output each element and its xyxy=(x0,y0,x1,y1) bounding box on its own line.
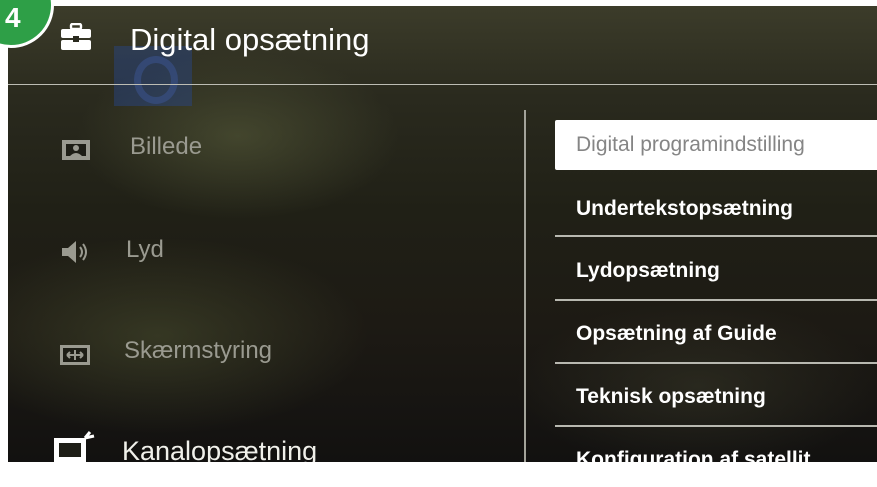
menu-header: Digital opsætning xyxy=(8,6,877,82)
submenu-item-label: Digital programindstilling xyxy=(576,133,805,156)
submenu-item-undertekstopsaetning[interactable]: Undertekstopsætning xyxy=(555,184,877,234)
submenu-item-konfiguration-af-satellit[interactable]: Konfiguration af satellit xyxy=(555,435,877,462)
submenu-item-lydopsaetning[interactable]: Lydopsætning xyxy=(555,246,877,296)
submenu-item-label: Konfiguration af satellit xyxy=(576,448,811,462)
speaker-icon xyxy=(62,241,87,263)
submenu-item-label: Opsætning af Guide xyxy=(576,322,777,345)
submenu-item-label: Undertekstopsætning xyxy=(576,197,794,220)
submenu-item-label: Lydopsætning xyxy=(576,259,720,282)
menu-item-lyd[interactable]: Lyd xyxy=(8,223,508,277)
screen-control-icon xyxy=(60,345,90,365)
menu-item-label: Skærmstyring xyxy=(124,337,273,364)
menu-column-divider xyxy=(524,110,526,462)
menu-item-label: Kanalopsætning xyxy=(122,436,318,462)
submenu-item-teknisk-opsaetning[interactable]: Teknisk opsætning xyxy=(555,372,877,422)
submenu-separator xyxy=(555,299,877,301)
tv-screen: Digital opsætning Billede Lyd Skærmstyri… xyxy=(8,6,877,462)
menu-item-kanalopsaetning[interactable]: Kanalopsætning xyxy=(8,424,508,462)
header-divider xyxy=(8,84,877,85)
submenu-separator xyxy=(555,425,877,427)
menu-item-skaermstyring[interactable]: Skærmstyring xyxy=(8,324,508,378)
page-title: Digital opsætning xyxy=(130,22,370,57)
picture-icon xyxy=(62,140,90,160)
toolbox-icon xyxy=(61,23,91,50)
menu-item-billede[interactable]: Billede xyxy=(8,120,508,174)
submenu-item-opsaetning-af-guide[interactable]: Opsætning af Guide xyxy=(555,309,877,359)
submenu-item-label: Teknisk opsætning xyxy=(576,385,766,408)
menu-item-label: Billede xyxy=(130,133,203,160)
submenu-separator xyxy=(555,362,877,364)
tv-antenna-icon xyxy=(54,431,95,462)
menu-item-label: Lyd xyxy=(126,236,164,263)
submenu-separator xyxy=(555,235,877,237)
submenu-item-digital-programindstilling[interactable]: Digital programindstilling xyxy=(555,120,877,170)
step-number: 4 xyxy=(5,2,21,33)
